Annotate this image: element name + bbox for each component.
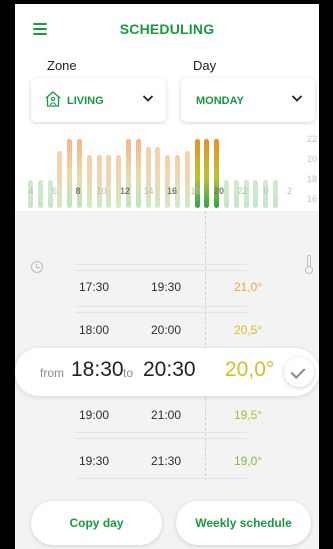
day-select[interactable]: MONDAY [181,78,315,122]
x-tick-label: 16 [166,186,177,196]
to-time: 21:30 [151,454,182,468]
x-tick-label: 12 [119,186,130,196]
divider [75,306,247,307]
day-label: Day [193,58,217,73]
x-tick-label: 14 [143,186,154,196]
from-time: 19:00 [79,408,110,422]
x-tick-label: 20 [213,186,224,196]
chart-bar [135,138,141,208]
divider [75,270,247,271]
day-value: MONDAY [196,95,244,107]
chart-bar [116,155,122,208]
y-tick-label: 22 [306,134,317,144]
copy-day-button[interactable]: Copy day [31,501,162,545]
app-screen: SCHEDULING Zone LIVING Day MONDAY 17:30 … [15,4,319,549]
list-item[interactable]: 18:00 20:00 20,5° [15,315,319,345]
y-tick-label: 16 [306,194,317,204]
temperature-value: 21,0° [234,280,263,294]
x-tick-label: 6 [51,186,57,196]
from-time: 17:30 [79,280,110,294]
chart-bar [67,138,73,208]
temperature-value: 19,5° [234,408,263,422]
x-tick-label: 10 [96,186,107,196]
chart-bar [194,138,200,208]
divider [75,438,247,439]
chart-bar [126,138,131,208]
chart-bar [204,138,210,208]
chart-bar [214,138,220,208]
list-item[interactable]: 19:00 21:00 19,5° [15,400,319,430]
to-time[interactable]: 20:30 [143,358,196,382]
from-time[interactable]: 18:30 [71,358,124,382]
zone-select[interactable]: LIVING [31,78,166,122]
list-item[interactable]: 19:30 21:30 19,0° [15,446,319,476]
confirm-check-button[interactable] [284,357,314,387]
x-tick-label: 4 [28,186,34,196]
weekly-schedule-button[interactable]: Weekly schedule [176,501,311,545]
thermometer-icon [305,255,313,274]
x-tick-label: 2 [286,186,292,196]
to-time: 19:30 [151,280,182,294]
from-time: 18:00 [79,323,110,337]
divider [75,312,247,313]
chart-bar [57,151,63,208]
to-label: to [123,366,134,380]
chart-bar [165,155,171,208]
zone-value: LIVING [67,95,104,107]
chevron-down-icon [142,95,154,102]
from-label: from [40,366,64,380]
chart-bar [77,138,82,208]
x-tick-label: 22 [237,186,248,196]
zone-label: Zone [47,58,77,73]
page-title: SCHEDULING [119,21,215,37]
y-tick-label: 18 [306,174,317,184]
divider [75,478,247,479]
x-tick-label: 8 [75,186,81,196]
selected-schedule-row[interactable]: from 18:30 to 20:30 20,0° [15,348,319,396]
temperature-value[interactable]: 20,0° [225,358,274,382]
chart-bar [86,155,92,208]
chart-bar [106,155,112,208]
chevron-down-icon [291,95,303,102]
header: SCHEDULING [15,4,319,52]
to-time: 20:00 [151,323,182,337]
house-person-icon [45,91,61,107]
to-time: 21:00 [151,408,182,422]
from-time: 19:30 [79,454,110,468]
list-item[interactable]: 17:30 19:30 21,0° [15,272,319,302]
chart-bar [175,155,180,208]
divider [75,432,247,433]
x-tick-label: 0 [263,186,269,196]
y-tick-label: 20 [306,154,317,164]
chart-bar [184,151,190,208]
temperature-value: 19,0° [234,454,263,468]
chart-bar [155,147,161,208]
temperature-value: 20,5° [234,323,263,337]
divider [205,211,206,481]
x-tick-label: 18 [190,186,201,196]
chart-bar [96,155,102,208]
chart-bar [145,147,151,208]
divider [75,264,247,265]
